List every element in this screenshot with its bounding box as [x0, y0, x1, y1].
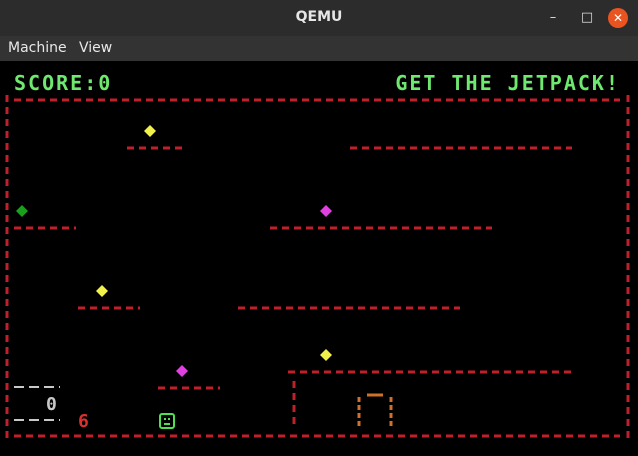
close-icon[interactable]: ✕ [608, 8, 628, 28]
menu-bar: Machine View [0, 36, 638, 61]
gem-yellow-icon [96, 285, 108, 297]
menu-view[interactable]: View [79, 40, 112, 56]
maximize-icon[interactable]: □ [576, 8, 598, 28]
gem-magenta-icon [320, 205, 332, 217]
fuel-counter: 0 [46, 394, 57, 415]
minimize-icon[interactable]: – [542, 8, 564, 28]
game-field [5, 95, 630, 441]
player-icon [159, 413, 175, 429]
gem-yellow-icon [144, 125, 156, 137]
gem-green-icon [16, 205, 28, 217]
exit-door-icon [357, 393, 393, 429]
window-titlebar: QEMU – □ ✕ [0, 0, 638, 36]
gem-yellow-icon [320, 349, 332, 361]
gem-magenta-icon [176, 365, 188, 377]
lives-counter: 6 [78, 411, 89, 432]
game-screen[interactable]: SCORE:0 GET THE JETPACK! 0 6 [0, 61, 638, 456]
gems [16, 125, 332, 377]
menu-machine[interactable]: Machine [8, 40, 67, 56]
